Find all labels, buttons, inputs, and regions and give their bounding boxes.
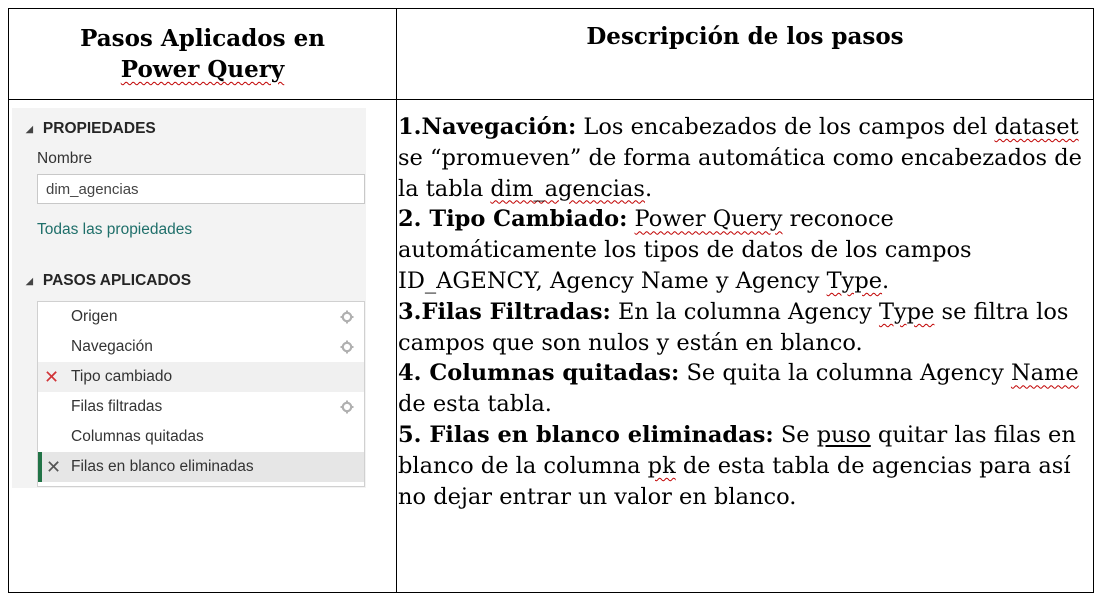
description-step-1: 1.Navegación: Los encabezados de los cam… (398, 114, 1082, 202)
properties-section-title[interactable]: ◢ PROPIEDADES (26, 120, 156, 138)
step-origen[interactable]: Origen (38, 302, 364, 332)
applied-steps-list: Origen Navegación ✕ Tipo cambiado Filas … (37, 301, 365, 487)
step-tipo-cambiado[interactable]: ✕ Tipo cambiado (38, 362, 364, 392)
delete-step-icon[interactable]: ✕ (46, 457, 61, 478)
collapse-triangle-icon: ◢ (26, 123, 33, 134)
step-navegacion[interactable]: Navegación (38, 332, 364, 362)
query-name-input[interactable]: dim_agencias (37, 174, 365, 204)
gear-icon[interactable] (340, 340, 354, 354)
description-step-4: 4. Columnas quitadas: Se quita la column… (398, 360, 1079, 418)
name-label: Nombre (37, 150, 93, 167)
steps-description: 1.Navegación: Los encabezados de los cam… (398, 112, 1088, 512)
header-divider (9, 99, 1093, 100)
applied-steps-section-title[interactable]: ◢ PASOS APLICADOS (26, 272, 191, 290)
header-description: Descripción de los pasos (397, 9, 1093, 99)
header-left-line1: Pasos Aplicados en (80, 25, 325, 52)
description-step-5: 5. Filas en blanco eliminadas: Se puso q… (398, 421, 1076, 510)
all-properties-link[interactable]: Todas las propiedades (37, 221, 192, 239)
delete-step-icon[interactable]: ✕ (44, 367, 59, 388)
header-right-text: Descripción de los pasos (586, 23, 904, 50)
gear-icon[interactable] (340, 310, 354, 324)
description-step-3: 3.Filas Filtradas: En la columna Agency … (398, 298, 1069, 356)
gear-icon[interactable] (340, 400, 354, 414)
step-columnas-quitadas[interactable]: Columnas quitadas (38, 422, 364, 452)
header-applied-steps: Pasos Aplicados en Power Query (9, 9, 396, 99)
collapse-triangle-icon: ◢ (26, 275, 33, 286)
step-filas-filtradas[interactable]: Filas filtradas (38, 392, 364, 422)
step-filas-en-blanco-eliminadas[interactable]: ✕ Filas en blanco eliminadas (38, 452, 364, 482)
power-query-panel: ◢ PROPIEDADES Nombre dim_agencias Todas … (12, 108, 366, 488)
description-step-2: 2. Tipo Cambiado: Power Query reconoce a… (398, 206, 972, 294)
header-left-line2: Power Query (120, 56, 285, 83)
